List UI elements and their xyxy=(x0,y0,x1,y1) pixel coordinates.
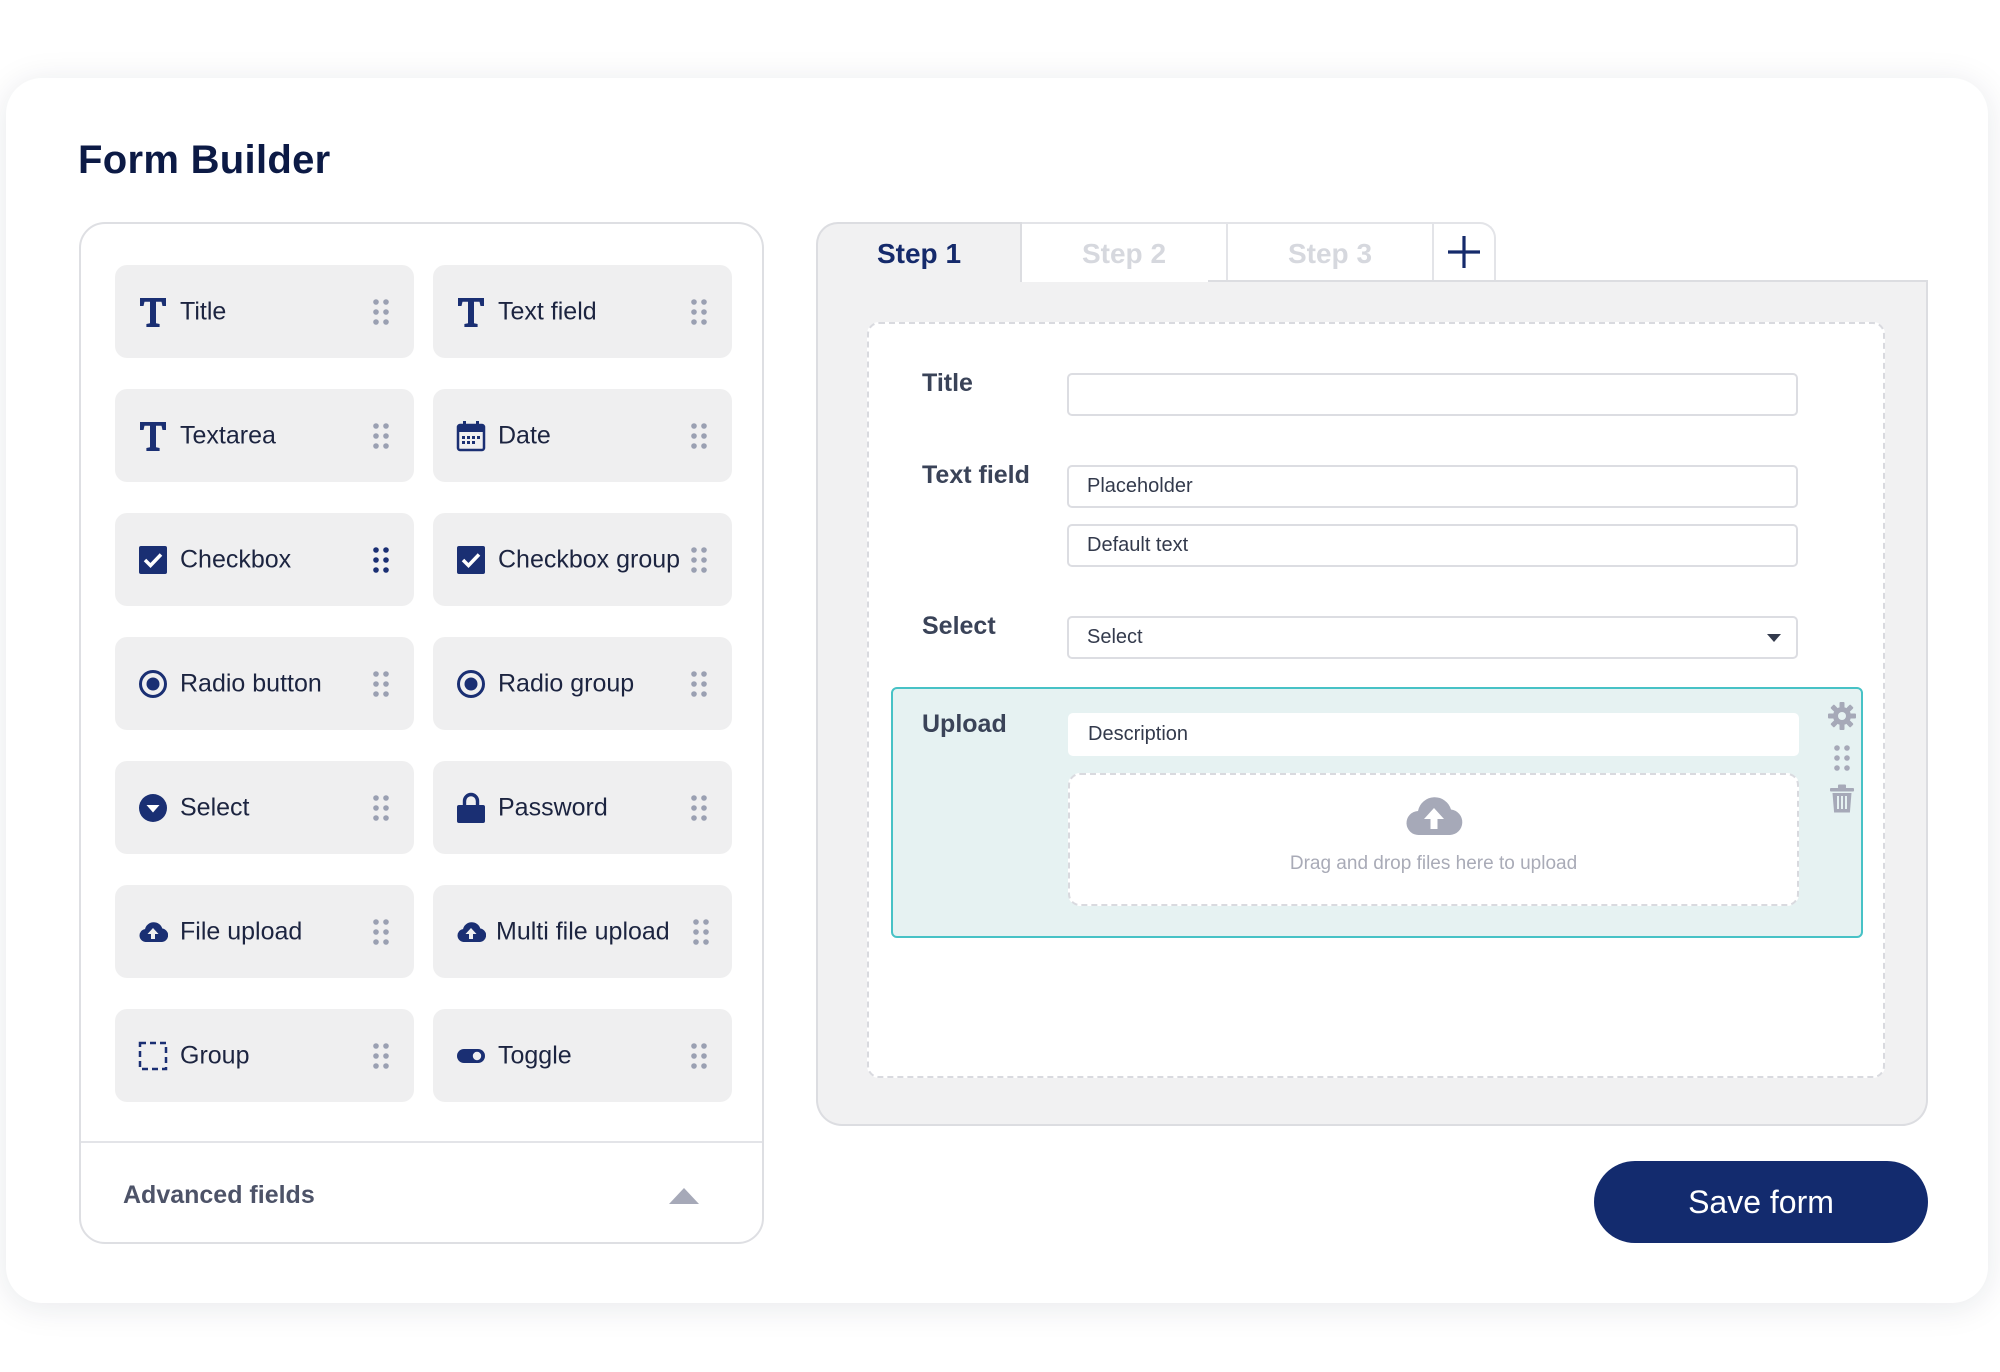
palette-item-label: Select xyxy=(180,793,250,821)
palette-item-date[interactable]: Date xyxy=(433,389,732,482)
tab-step-3[interactable]: Step 3 xyxy=(1228,222,1434,284)
field-palette: Title Text field Textarea Date Checkbox … xyxy=(79,222,764,1244)
form-canvas: Title Text field Select Select Upload Dr… xyxy=(816,280,1928,1126)
palette-item-label: Date xyxy=(498,421,551,449)
form-dropzone[interactable]: Title Text field Select Select Upload Dr… xyxy=(867,322,1885,1078)
palette-item-label: Password xyxy=(498,793,608,821)
placeholder-input[interactable] xyxy=(1067,465,1798,508)
palette-item-textarea[interactable]: Textarea xyxy=(115,389,414,482)
upload-hint: Drag and drop files here to upload xyxy=(1289,853,1578,874)
drag-handle-icon[interactable] xyxy=(372,546,390,574)
palette-item-checkbox[interactable]: Checkbox xyxy=(115,513,414,606)
drag-handle-icon[interactable] xyxy=(690,794,708,822)
trash-icon[interactable] xyxy=(1826,783,1858,815)
toggle-icon xyxy=(456,1040,486,1072)
palette-item-label: Textarea xyxy=(180,421,276,449)
upload-field-label: Upload xyxy=(922,710,1007,738)
palette-item-label: Radio group xyxy=(498,669,635,697)
palette-item-select[interactable]: Select xyxy=(115,761,414,854)
advanced-fields-section[interactable]: Advanced fields xyxy=(81,1141,762,1244)
drag-handle-icon[interactable] xyxy=(1826,742,1858,774)
select-field-label: Select xyxy=(922,612,996,640)
gear-icon[interactable] xyxy=(1826,700,1858,732)
palette-item-password[interactable]: Password xyxy=(433,761,732,854)
palette-item-label: Group xyxy=(180,1041,250,1069)
palette-item-toggle[interactable]: Toggle xyxy=(433,1009,732,1102)
drag-handle-icon[interactable] xyxy=(372,794,390,822)
palette-item-radio-button[interactable]: Radio button xyxy=(115,637,414,730)
drag-handle-icon[interactable] xyxy=(372,918,390,946)
drag-handle-icon[interactable] xyxy=(690,298,708,326)
palette-item-radio-group[interactable]: Radio group xyxy=(433,637,732,730)
drag-handle-icon[interactable] xyxy=(692,918,710,946)
drag-handle-icon[interactable] xyxy=(372,422,390,450)
title-field-label: Title xyxy=(922,369,973,397)
radio-icon xyxy=(138,668,168,700)
drag-handle-icon[interactable] xyxy=(690,1042,708,1070)
palette-item-multi-file-upload[interactable]: Multi file upload xyxy=(433,885,732,978)
plus-icon xyxy=(1447,235,1481,274)
add-step-button[interactable] xyxy=(1434,222,1496,284)
palette-item-label: File upload xyxy=(180,917,303,945)
cloud-upload-icon xyxy=(456,916,486,948)
text-icon xyxy=(456,296,486,328)
drag-handle-icon[interactable] xyxy=(690,546,708,574)
radio-icon xyxy=(456,668,486,700)
select-value: Select xyxy=(1087,626,1143,648)
select-icon xyxy=(138,792,168,824)
palette-item-text-field[interactable]: Text field xyxy=(433,265,732,358)
calendar-icon xyxy=(456,420,486,452)
drag-handle-icon[interactable] xyxy=(690,422,708,450)
text-field-label: Text field xyxy=(922,461,1030,489)
drag-handle-icon[interactable] xyxy=(372,670,390,698)
checkbox-icon xyxy=(138,544,168,576)
dashed-box-icon xyxy=(138,1040,168,1072)
select-dropdown[interactable]: Select xyxy=(1067,616,1798,659)
palette-item-checkbox-group[interactable]: Checkbox group xyxy=(433,513,732,606)
description-input[interactable] xyxy=(1068,713,1799,756)
palette-item-label: Text field xyxy=(498,297,597,325)
cloud-upload-icon xyxy=(138,916,168,948)
chevron-down-icon xyxy=(1766,632,1782,644)
palette-item-file-upload[interactable]: File upload xyxy=(115,885,414,978)
step-tabs: Step 1 Step 2 Step 3 xyxy=(816,222,1496,284)
palette-item-group[interactable]: Group xyxy=(115,1009,414,1102)
palette-item-label: Checkbox group xyxy=(498,545,681,573)
checkbox-icon xyxy=(456,544,486,576)
palette-item-label: Radio button xyxy=(180,669,322,697)
tab-step-2[interactable]: Step 2 xyxy=(1022,222,1228,284)
drag-handle-icon[interactable] xyxy=(690,670,708,698)
palette-item-label: Toggle xyxy=(498,1041,572,1069)
upload-field-card[interactable]: Upload Drag and drop files here to uploa… xyxy=(891,687,1863,938)
advanced-fields-label: Advanced fields xyxy=(123,1181,315,1209)
text-icon xyxy=(138,296,168,328)
palette-item-label: Checkbox xyxy=(180,545,292,573)
lock-icon xyxy=(456,792,486,824)
save-form-button[interactable]: Save form xyxy=(1594,1161,1928,1243)
palette-item-label: Title xyxy=(180,297,227,325)
default-text-input[interactable] xyxy=(1067,524,1798,567)
palette-item-title[interactable]: Title xyxy=(115,265,414,358)
page-title: Form Builder xyxy=(78,138,331,182)
file-dropzone[interactable]: Drag and drop files here to upload xyxy=(1068,773,1799,906)
text-icon xyxy=(138,420,168,452)
drag-handle-icon[interactable] xyxy=(372,1042,390,1070)
title-input[interactable] xyxy=(1067,373,1798,416)
palette-item-label: Multi file upload xyxy=(496,917,670,945)
chevron-up-icon[interactable] xyxy=(664,1181,704,1211)
drag-handle-icon[interactable] xyxy=(372,298,390,326)
tab-step-1[interactable]: Step 1 xyxy=(816,222,1022,284)
cloud-upload-icon xyxy=(1405,793,1463,837)
